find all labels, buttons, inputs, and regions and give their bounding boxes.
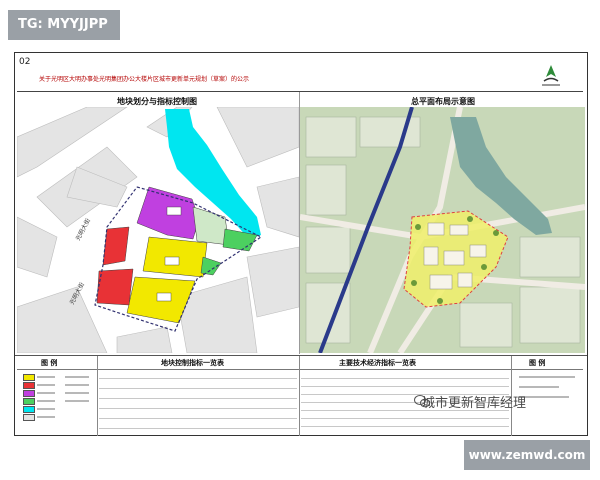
watermark-text: 城市更新智库经理 — [422, 396, 527, 411]
sheet-number: 02 — [19, 57, 31, 67]
table-row — [99, 428, 297, 429]
table-row — [99, 378, 297, 379]
legend-swatch-road — [23, 414, 35, 421]
legend-text — [65, 376, 89, 378]
source-badge: TG: MYYJJPP — [8, 10, 120, 40]
legend-swatch-commercial — [23, 382, 35, 389]
legend-right-title: 图 例 — [529, 359, 546, 367]
legend-text — [65, 400, 89, 402]
legend-text — [37, 416, 55, 418]
planning-sheet: 02 关于光明区大明办事处光明集团办公大楼片区城市更新单元规划（草案）的公示 地… — [14, 52, 588, 436]
legend-left-title: 图 例 — [41, 359, 58, 367]
table-row — [99, 388, 297, 389]
legend-text — [37, 392, 55, 394]
legend-text — [37, 384, 55, 386]
legend-text — [519, 396, 569, 398]
econ-table-title: 主要技术经济指标一览表 — [339, 359, 416, 367]
parcel-commercial-a — [102, 226, 130, 266]
legend-text — [519, 386, 559, 388]
table-row — [301, 426, 509, 427]
table-row — [99, 408, 297, 409]
legend-text — [65, 392, 89, 394]
table-row — [301, 378, 509, 379]
table-row — [99, 398, 297, 399]
site-url-badge: www.zemwd.com — [464, 440, 590, 470]
right-panel-title: 总平面布局示意图 — [411, 97, 475, 106]
legend-swatch-office — [23, 390, 35, 397]
legend-text — [37, 400, 55, 402]
table-row — [301, 386, 509, 387]
table-divider — [299, 356, 300, 436]
legend-swatch-residential — [23, 374, 35, 381]
legend-swatch-green — [23, 398, 35, 405]
left-panel-title: 地块划分与指标控制图 — [117, 97, 197, 106]
parcel-commercial-b — [96, 268, 134, 306]
title-divider — [17, 91, 583, 92]
parcel-division-map: 光明大街 光明大街 — [17, 107, 299, 353]
master-plan-map — [300, 107, 585, 353]
legend-text — [37, 376, 55, 378]
legend-swatch-water — [23, 406, 35, 413]
document-title: 关于光明区大明办事处光明集团办公大楼片区城市更新单元规划（草案）的公示 — [39, 76, 250, 83]
table-divider — [97, 356, 98, 436]
legend-text — [65, 384, 89, 386]
legend-text — [37, 408, 55, 410]
control-table-title: 地块控制指标一览表 — [161, 359, 224, 367]
table-row — [301, 418, 509, 419]
planning-logo-icon — [542, 65, 560, 86]
legend-text — [519, 376, 575, 378]
table-row — [99, 418, 297, 419]
table-header-rule — [17, 369, 583, 370]
